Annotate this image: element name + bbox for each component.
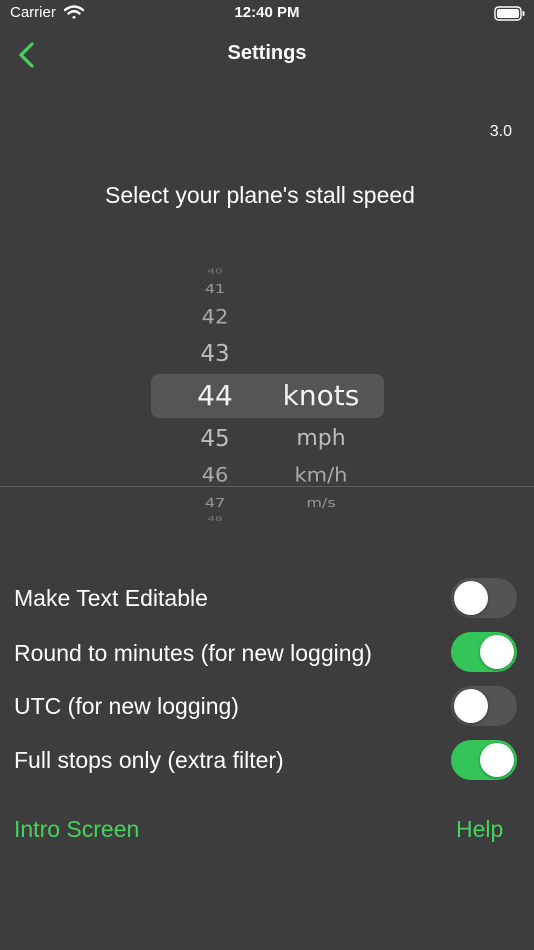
picker-number-option[interactable]: 42: [170, 305, 260, 329]
picker-number-option[interactable]: 43: [170, 340, 260, 368]
toggle-knob: [454, 581, 488, 615]
toggle-label-full-stops-only: Full stops only (extra filter): [14, 747, 284, 773]
section-divider: [0, 486, 534, 487]
picker-number-selected[interactable]: 44: [170, 380, 260, 412]
toggle-make-text-editable[interactable]: [451, 578, 517, 618]
toggle-label-make-text-editable: Make Text Editable: [14, 585, 208, 611]
toggle-full-stops-only[interactable]: [451, 740, 517, 780]
picker-number-option[interactable]: 48: [170, 515, 260, 523]
intro-screen-link[interactable]: Intro Screen: [14, 816, 139, 843]
toggle-round-to-minutes[interactable]: [451, 632, 517, 672]
picker-number-option[interactable]: 47: [170, 495, 260, 511]
picker-unit-option[interactable]: m/s: [268, 495, 374, 511]
picker-number-option[interactable]: 40: [170, 267, 260, 275]
picker-unit-option[interactable]: mph: [268, 425, 374, 453]
version-label: 3.0: [489, 123, 512, 140]
picker-number-option[interactable]: 46: [170, 463, 260, 487]
toggle-knob: [480, 635, 514, 669]
picker-number-option[interactable]: 41: [170, 281, 260, 297]
toggle-knob: [454, 689, 488, 723]
toggle-utc[interactable]: [451, 686, 517, 726]
help-link[interactable]: Help: [456, 816, 503, 843]
toggle-knob: [480, 743, 514, 777]
toggle-label-utc: UTC (for new logging): [14, 693, 239, 719]
battery-icon: [494, 6, 526, 26]
picker-unit-option[interactable]: km/h: [268, 463, 374, 487]
picker-number-option[interactable]: 45: [170, 425, 260, 453]
picker-title: Select your plane's stall speed: [105, 182, 415, 208]
status-time: 12:40 PM: [234, 4, 300, 21]
toggle-label-round-to-minutes: Round to minutes (for new logging): [14, 640, 372, 666]
picker-unit-selected[interactable]: knots: [268, 380, 374, 412]
nav-title: Settings: [227, 42, 307, 64]
